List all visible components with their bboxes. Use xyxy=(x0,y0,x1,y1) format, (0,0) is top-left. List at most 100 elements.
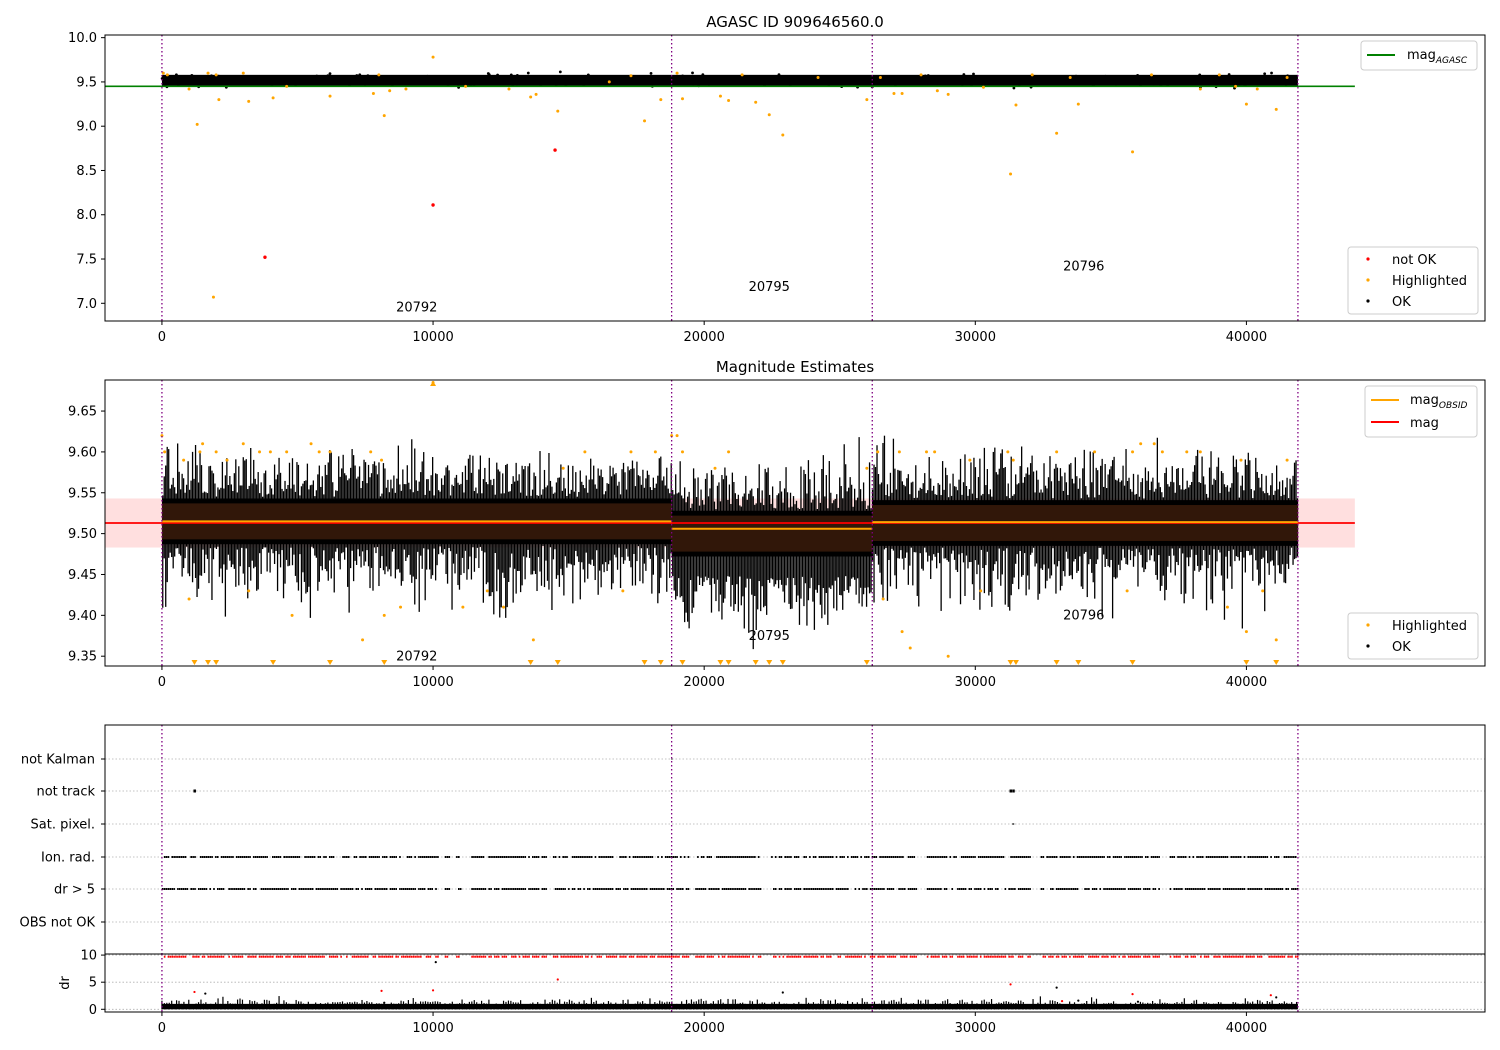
magnitude-top-legend: magOBSID mag xyxy=(1364,385,1478,438)
dr-clipped-point xyxy=(699,955,701,958)
dr-clipped-point xyxy=(871,955,874,958)
flag-point xyxy=(169,888,172,890)
ok-point xyxy=(668,78,672,81)
flag-point xyxy=(805,888,807,890)
dr-clipped-point xyxy=(332,955,335,958)
dr-clipped-point xyxy=(1256,955,1259,958)
ok-point xyxy=(1043,79,1047,82)
dr-clipped-point xyxy=(478,955,481,958)
ok-point xyxy=(1074,81,1078,85)
ok-point xyxy=(515,74,519,77)
flag-point xyxy=(1196,856,1198,858)
magnitude-data-layer: 207922079520796 xyxy=(105,380,1355,666)
flag-point xyxy=(1002,856,1005,858)
ok-point xyxy=(415,81,419,85)
dr-clipped-point xyxy=(272,955,274,958)
dr-clipped-point xyxy=(1048,955,1050,958)
dr-clipped-point xyxy=(661,955,663,958)
dr-clipped-point xyxy=(607,955,610,958)
highlighted-point xyxy=(1198,450,1202,454)
flag-point xyxy=(1027,856,1029,858)
flag-point xyxy=(482,856,485,858)
ok-point xyxy=(1057,78,1061,82)
flag-point xyxy=(1059,888,1062,890)
flag-point xyxy=(888,888,891,890)
flag-point xyxy=(163,856,166,858)
flag-point xyxy=(1080,856,1083,858)
flag-point xyxy=(754,856,756,858)
flag-point xyxy=(277,856,280,858)
highlighted-point xyxy=(198,450,202,454)
flag-point xyxy=(275,856,278,858)
highlighted-point xyxy=(1261,589,1265,593)
flag-point xyxy=(752,888,754,890)
highlighted-point xyxy=(1030,73,1034,77)
flag-point xyxy=(1108,856,1111,858)
flag-point xyxy=(687,856,690,858)
dr-clipped-point xyxy=(718,955,720,958)
flag-point xyxy=(1145,888,1147,890)
flag-point xyxy=(1014,888,1016,890)
dr-clipped-point xyxy=(366,955,369,958)
flag-point xyxy=(708,888,711,890)
flag-point xyxy=(972,856,974,858)
highlighted-point xyxy=(187,87,191,91)
dr-clipped-point xyxy=(968,955,971,958)
flag-point xyxy=(290,888,293,890)
dr-clipped-point xyxy=(987,955,990,958)
highlighted-point xyxy=(900,630,904,634)
flag-point xyxy=(606,856,608,858)
dr-clipped-point xyxy=(562,955,564,958)
flag-point xyxy=(822,888,824,890)
flag-point xyxy=(347,888,350,890)
dr-clipped-point xyxy=(296,955,299,958)
dr-clipped-point xyxy=(552,955,555,958)
flag-point xyxy=(528,856,530,858)
flag-point xyxy=(974,888,976,890)
flag-point xyxy=(642,888,644,890)
dr-clipped-point xyxy=(1103,955,1105,958)
flag-point xyxy=(774,888,777,890)
flag-point xyxy=(873,888,876,890)
dr-clipped-point xyxy=(1258,955,1261,958)
dr-clipped-point xyxy=(537,955,540,958)
flag-point xyxy=(1071,888,1073,890)
ok-point xyxy=(1012,80,1016,84)
flag-point xyxy=(327,888,329,890)
flag-point xyxy=(700,888,703,890)
ok-point xyxy=(756,75,760,79)
flag-point xyxy=(566,856,568,858)
flag-point xyxy=(864,888,866,890)
flag-point xyxy=(507,856,509,858)
ok-point xyxy=(234,79,238,83)
ok-point xyxy=(1290,78,1294,82)
flag-point xyxy=(907,888,910,890)
flag-point xyxy=(404,888,407,890)
dr-clipped-point xyxy=(1241,955,1244,958)
ok-point xyxy=(546,76,549,80)
flag-point xyxy=(1182,856,1185,858)
ok-point xyxy=(321,75,325,79)
flag-point xyxy=(1112,888,1115,890)
flag-point xyxy=(497,888,500,890)
flag-point xyxy=(987,888,990,890)
flag-point xyxy=(311,856,314,858)
ok-point xyxy=(714,75,718,79)
flag-point xyxy=(594,888,597,890)
flag-point xyxy=(588,856,591,858)
ok-point xyxy=(539,79,543,83)
flag-point xyxy=(615,888,618,890)
ok-point xyxy=(199,82,203,86)
dr-clipped-point xyxy=(197,955,200,958)
flag-point xyxy=(1258,888,1261,890)
flag-point xyxy=(746,856,749,858)
ok-point xyxy=(1152,82,1156,86)
flag-point xyxy=(657,856,659,858)
dr-clipped-point xyxy=(334,955,337,958)
flag-point xyxy=(431,856,434,858)
sat-pixel-point xyxy=(1012,823,1015,825)
dr-clipped-point xyxy=(222,955,225,958)
ok-point xyxy=(919,80,923,83)
flag-point xyxy=(681,888,684,890)
ok-point xyxy=(1275,76,1279,80)
